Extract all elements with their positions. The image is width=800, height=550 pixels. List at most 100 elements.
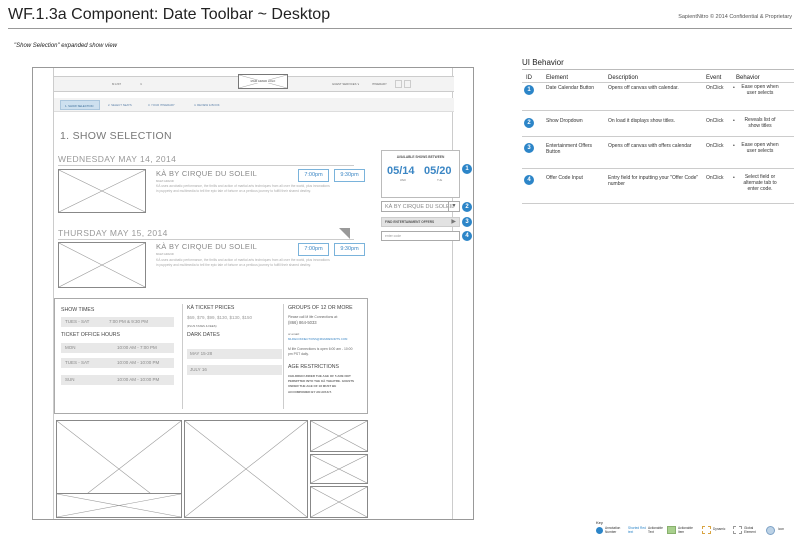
show-image-placeholder bbox=[58, 169, 146, 213]
groups-hours: M life Connections is open 6:00 am - 10:… bbox=[288, 347, 353, 356]
groups-email-label: or email: bbox=[288, 332, 300, 336]
column-divider bbox=[283, 304, 284, 409]
available-shows-title: AVAILABLE SHOWS BETWEEN bbox=[396, 155, 445, 159]
dark-date-row: JULY 16 bbox=[187, 365, 282, 375]
column-header: Description bbox=[608, 75, 639, 81]
icon-key-icon bbox=[766, 526, 775, 535]
step-show-selection[interactable]: 1. SHOW SELECTION bbox=[60, 100, 100, 110]
show-title[interactable]: KÀ BY CIRQUE DU SOLEIL bbox=[156, 242, 257, 251]
table-cell: Offer Code Input bbox=[546, 175, 583, 181]
end-date: 05/20 bbox=[424, 165, 452, 177]
table-cell: OnClick bbox=[706, 175, 724, 181]
table-divider bbox=[522, 82, 794, 83]
step-navigation: 1. SHOW SELECTION 2. SELECT SEATS 3. YOU… bbox=[54, 98, 454, 112]
chevron-down-icon[interactable]: ▼ bbox=[448, 202, 459, 211]
key-item: Actionable Text bbox=[648, 526, 663, 534]
day-divider bbox=[58, 165, 354, 166]
show-dropdown[interactable]: KÀ BY CIRQUE DU SOLEIL ▼ bbox=[381, 201, 460, 212]
ui-behavior-title: UI Behavior bbox=[522, 58, 564, 67]
guest-services-menu[interactable]: GUEST SERVICES ∨ bbox=[332, 82, 359, 86]
image-placeholder bbox=[310, 420, 368, 452]
site-header: M LIST ∨ MGM GRAND LOGO GUEST SERVICES ∨… bbox=[54, 74, 454, 92]
day-heading: WEDNESDAY MAY 14, 2014 bbox=[58, 154, 177, 164]
step-your-itinerary[interactable]: 3. YOUR ITINERARY bbox=[144, 100, 190, 110]
box-office-days: MON bbox=[65, 345, 76, 350]
annotation-number: 1 bbox=[524, 85, 534, 95]
page-column: M LIST ∨ MGM GRAND LOGO GUEST SERVICES ∨… bbox=[53, 68, 472, 519]
show-times-value: 7:00 PM & 9:30 PM bbox=[109, 319, 149, 324]
day-heading: THURSDAY MAY 15, 2014 bbox=[58, 228, 168, 238]
bullet-icon: • bbox=[733, 118, 735, 124]
date-calendar-button[interactable]: AVAILABLE SHOWS BETWEEN 05/14 WED 05/20 … bbox=[381, 150, 460, 198]
column-header: Event bbox=[706, 75, 722, 81]
table-cell: Ease open when user selects bbox=[741, 84, 779, 96]
table-cell: OnClick bbox=[706, 143, 724, 149]
showtime-button[interactable]: 7:00pm bbox=[298, 243, 329, 256]
table-divider bbox=[522, 136, 794, 137]
showtime-button[interactable]: 9:30pm bbox=[334, 243, 365, 256]
prices-note: (PLUS TAXES & FEES) bbox=[187, 324, 217, 328]
logo-text: MGM GRAND LOGO bbox=[239, 80, 287, 83]
chevron-down-icon[interactable]: ∨ bbox=[140, 82, 142, 86]
box-office-heading: TICKET OFFICE HOURS bbox=[61, 332, 120, 338]
groups-phone: (866) 864-5033 bbox=[288, 320, 317, 325]
table-cell: Show Dropdown bbox=[546, 118, 583, 124]
step-select-seats[interactable]: 2. SELECT SEATS bbox=[104, 100, 144, 110]
offer-code-input[interactable]: enter code bbox=[381, 231, 460, 241]
show-venue: MGM GRAND bbox=[156, 179, 174, 183]
section-heading: 1. SHOW SELECTION bbox=[60, 130, 172, 142]
groups-email-link[interactable]: MLIFECONNECTIONS@MGMRESORTS.COM bbox=[288, 337, 347, 342]
annotation-number: 2 bbox=[462, 202, 472, 212]
box-office-days: TUES - SAT bbox=[65, 360, 90, 365]
image-placeholder bbox=[184, 420, 308, 518]
show-times-days: TUES - SAT bbox=[65, 319, 90, 324]
show-description: KÀ uses acrobatic performance, the thril… bbox=[156, 258, 330, 267]
box-office-days: SUN bbox=[65, 377, 75, 382]
table-cell: Opens off canvas with calendar. bbox=[608, 85, 679, 91]
m-list-link[interactable]: M LIST bbox=[112, 82, 121, 86]
corner-indicator-icon bbox=[339, 228, 350, 239]
table-divider bbox=[522, 168, 794, 169]
start-date: 05/14 bbox=[387, 165, 415, 177]
showtime-button[interactable]: 7:00pm bbox=[298, 169, 329, 182]
box-office-hours: 10:00 AM - 10:00 PM bbox=[117, 377, 160, 382]
age-heading: AGE RESTRICTIONS bbox=[288, 364, 340, 370]
show-title[interactable]: KÀ BY CIRQUE DU SOLEIL bbox=[156, 169, 257, 178]
logo-placeholder: MGM GRAND LOGO bbox=[238, 74, 288, 89]
table-divider bbox=[522, 69, 794, 70]
annotation-number: 3 bbox=[462, 217, 472, 227]
column-header: Behavior bbox=[736, 75, 760, 81]
table-cell: Entry field for inputting your "Offer Co… bbox=[608, 175, 699, 187]
box-office-row: SUN 10:00 AM - 10:00 PM bbox=[61, 375, 174, 385]
annotation-number: 4 bbox=[462, 231, 472, 241]
icon-placeholder[interactable] bbox=[404, 80, 411, 88]
show-times-row: TUES - SAT 7:00 PM & 9:30 PM bbox=[61, 317, 174, 327]
key-item: Actionable Item bbox=[678, 526, 693, 534]
show-info-panel: SHOW TIMES TUES - SAT 7:00 PM & 9:30 PM … bbox=[54, 298, 368, 414]
prices-heading: KÀ TICKET PRICES bbox=[187, 305, 235, 311]
step-review-book[interactable]: 4. REVIEW & BOOK bbox=[190, 100, 236, 110]
annotation-number: 2 bbox=[524, 118, 534, 128]
bullet-icon: • bbox=[733, 175, 735, 181]
itinerary-link[interactable]: ITINERARY bbox=[372, 82, 387, 86]
table-cell: OnClick bbox=[706, 118, 724, 124]
groups-text: Please call M life Connections at: bbox=[288, 315, 338, 319]
annotation-number: 4 bbox=[524, 175, 534, 185]
table-cell: Reveals list of show titles bbox=[744, 117, 776, 129]
table-cell: On load it displays show titles. bbox=[608, 118, 675, 124]
key-item: Global Element bbox=[744, 526, 756, 534]
arrow-right-icon: ▶ bbox=[451, 219, 456, 225]
image-placeholder bbox=[56, 493, 182, 518]
table-cell: OnClick bbox=[706, 85, 724, 91]
annotation-key-icon bbox=[596, 527, 603, 534]
entertainment-offers-button[interactable]: FIND ENTERTAINMENT OFFERS ▶ bbox=[381, 217, 460, 227]
showtime-button[interactable]: 9:30pm bbox=[334, 169, 365, 182]
offers-label: FIND ENTERTAINMENT OFFERS bbox=[385, 220, 435, 224]
icon-placeholder[interactable] bbox=[395, 80, 402, 88]
wireframe-frame: M LIST ∨ MGM GRAND LOGO GUEST SERVICES ∨… bbox=[32, 67, 474, 520]
image-placeholder bbox=[310, 486, 368, 518]
global-element-key-icon bbox=[733, 526, 742, 534]
show-venue: MGM GRAND bbox=[156, 252, 174, 256]
table-cell: Opens off canvas with offers calendar bbox=[608, 143, 692, 149]
show-dropdown-value: KÀ BY CIRQUE DU SOLEIL bbox=[385, 204, 455, 210]
